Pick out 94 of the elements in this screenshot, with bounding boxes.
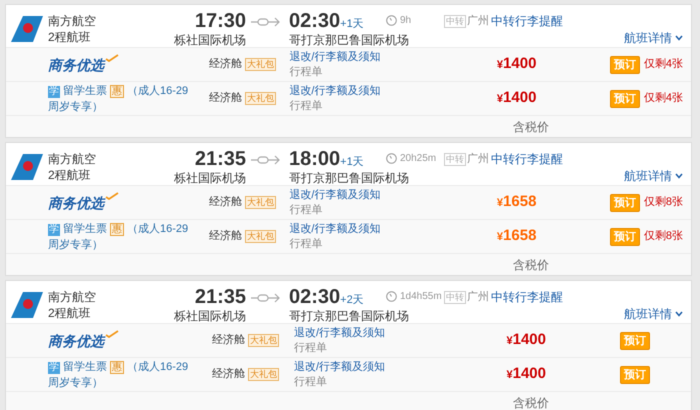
clock-icon: [386, 291, 397, 302]
gift-badge: 大礼包: [244, 58, 276, 71]
cabin-class: 经济舱: [212, 366, 245, 382]
depart-airport: 栎社国际机场: [174, 170, 246, 186]
tax-note: 含税价: [513, 394, 549, 410]
chevron-down-icon: [675, 311, 683, 317]
cabin-class: 经济舱: [208, 194, 242, 210]
gift-badge: 大礼包: [248, 368, 279, 381]
seats-remaining: 仅剩4张: [644, 57, 683, 72]
check-mark-icon: [105, 192, 119, 200]
depart-time: 21:35: [194, 286, 246, 308]
day-offset: +1天: [340, 17, 364, 32]
depart-airport: 栎社国际机场: [174, 308, 246, 324]
transit-city: 广州: [467, 152, 489, 167]
fare-price: ¥1658: [496, 192, 536, 212]
brand-label: 商务优选: [48, 332, 104, 350]
itinerary-label: 行程单: [289, 64, 322, 80]
gift-badge: 大礼包: [244, 196, 276, 209]
arrive-airport: 哥打京那巴鲁国际机场: [289, 170, 409, 186]
chevron-down-icon: [675, 35, 683, 41]
refund-baggage-link[interactable]: 退改/行李额及须知: [289, 50, 380, 64]
check-mark-icon: [105, 54, 119, 62]
gift-badge: 大礼包: [244, 92, 276, 105]
refund-baggage-link[interactable]: 退改/行李额及须知: [294, 360, 386, 374]
seats-remaining: 仅剩4张: [644, 91, 683, 106]
flight-details-button[interactable]: 航班详情: [624, 305, 683, 323]
cabin-class: 经济舱: [208, 56, 242, 72]
day-offset: +1天: [340, 155, 364, 170]
arrive-time: 18:00: [289, 148, 340, 170]
fare-price: ¥1400: [506, 364, 546, 384]
clock-icon: [386, 153, 397, 164]
itinerary-label: 行程单: [294, 374, 327, 390]
tail-fin-icon: [11, 292, 43, 318]
fare-price: ¥1400: [496, 54, 536, 74]
seats-remaining: 仅剩8张: [644, 229, 683, 244]
refund-baggage-link[interactable]: 退改/行李额及须知: [289, 222, 380, 236]
transit-city: 广州: [467, 290, 489, 305]
tax-note: 含税价: [513, 118, 549, 136]
duration: 1d4h55m: [400, 290, 442, 304]
fare-description: 学 留学生票 惠 （成人16-29周岁专享）: [48, 222, 190, 252]
itinerary-label: 行程单: [289, 202, 322, 218]
duration: 20h25m: [400, 152, 436, 166]
arrive-time: 02:30: [289, 286, 340, 308]
fare-description: 学 留学生票 惠 （成人16-29周岁专享）: [48, 84, 190, 114]
refund-baggage-link[interactable]: 退改/行李额及须知: [289, 188, 380, 202]
arrow-icon: [251, 155, 281, 165]
airline-name: 南方航空: [48, 289, 96, 305]
flight-type: 2程航班: [48, 167, 91, 183]
check-mark-icon: [105, 330, 119, 338]
refund-baggage-link[interactable]: 退改/行李额及须知: [289, 84, 380, 98]
arrive-time: 02:30: [289, 10, 340, 32]
tail-fin-icon: [11, 16, 43, 42]
seats-remaining: 仅剩8张: [644, 195, 683, 210]
arrow-icon: [251, 293, 281, 303]
cabin-class: 经济舱: [212, 332, 245, 348]
arrive-airport: 哥打京那巴鲁国际机场: [289, 32, 409, 48]
fare-price: ¥1400: [506, 330, 546, 350]
transit-badge: 中转: [444, 14, 466, 28]
flight-details-button[interactable]: 航班详情: [624, 29, 683, 47]
depart-airport: 栎社国际机场: [174, 32, 246, 48]
depart-time: 21:35: [194, 148, 246, 170]
day-offset: +2天: [340, 293, 364, 308]
itinerary-label: 行程单: [289, 236, 322, 252]
brand-label: 商务优选: [48, 56, 104, 74]
duration: 9h: [400, 14, 412, 28]
itinerary-label: 行程单: [294, 340, 327, 356]
tail-fin-icon: [11, 154, 43, 180]
refund-baggage-link[interactable]: 退改/行李额及须知: [294, 326, 386, 340]
airline-name: 南方航空: [48, 13, 96, 29]
itinerary-label: 行程单: [289, 98, 322, 114]
brand-label: 商务优选: [48, 194, 104, 212]
depart-time: 17:30: [194, 10, 246, 32]
flight-type: 2程航班: [48, 305, 91, 321]
baggage-reminder-link[interactable]: 中转行李提醒: [491, 13, 563, 29]
chevron-down-icon: [675, 173, 683, 179]
gift-badge: 大礼包: [248, 334, 279, 347]
gift-badge: 大礼包: [244, 230, 276, 243]
transit-city: 广州: [467, 14, 489, 29]
cabin-class: 经济舱: [208, 228, 242, 244]
baggage-reminder-link[interactable]: 中转行李提醒: [491, 151, 563, 167]
baggage-reminder-link[interactable]: 中转行李提醒: [491, 289, 563, 305]
fare-price: ¥1400: [496, 88, 536, 108]
flight-details-button[interactable]: 航班详情: [624, 167, 683, 185]
transit-badge: 中转: [444, 152, 466, 166]
transit-badge: 中转: [444, 290, 466, 304]
arrow-icon: [251, 17, 281, 27]
fare-price: ¥1658: [496, 226, 536, 246]
flight-type: 2程航班: [48, 29, 91, 45]
tax-note: 含税价: [513, 256, 549, 274]
fare-description: 学 留学生票 惠 （成人16-29周岁专享）: [48, 360, 190, 390]
cabin-class: 经济舱: [208, 90, 242, 106]
arrive-airport: 哥打京那巴鲁国际机场: [289, 308, 409, 324]
clock-icon: [386, 15, 397, 26]
airline-name: 南方航空: [48, 151, 96, 167]
